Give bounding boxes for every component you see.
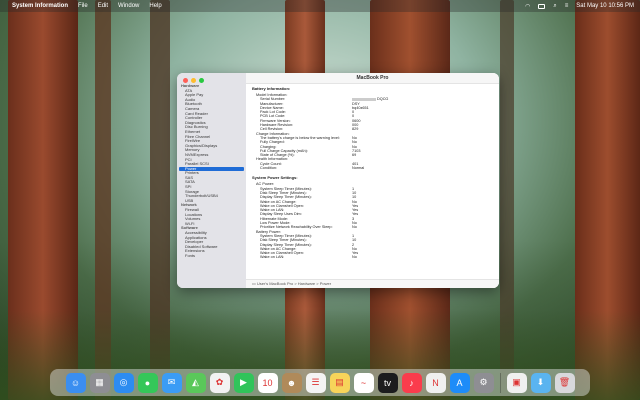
music-icon[interactable]: ♪ [401,372,422,393]
sidebar-list: Hardware ATA Apple Pay Audio Bluetooth Camera… [177,84,246,259]
news-icon[interactable]: N [425,372,446,393]
info-value-text: No [352,255,357,260]
detail-pane: MacBook Pro Battery Information: Model I… [246,73,499,288]
info-value-text: No [352,225,357,230]
reminders-icon[interactable]: ☰ [305,372,326,393]
maps-icon[interactable]: ◭ [185,372,206,393]
search-icon[interactable]: ⌕ [553,3,556,10]
path-text: User's MacBook Pro > Hardware > Power [256,281,332,286]
freeform-icon[interactable]: ~ [353,372,374,393]
app-store-icon[interactable]: A [449,372,470,393]
info-row: Wake on LAN: No [252,255,495,259]
info-value: 69 [352,153,356,157]
sidebar-item[interactable]: Parallel SCSI [177,162,246,167]
menu-edit[interactable]: Edit [98,3,108,9]
system-settings-icon[interactable]: ⚙ [473,372,494,393]
info-key: Condition: [260,166,278,171]
window-title: MacBook Pro [246,73,499,84]
path-bar: ▭ User's MacBook Pro > Hardware > Power [246,279,499,288]
power-settings-heading: System Power Settings: [252,175,298,181]
minimize-button[interactable] [191,78,196,83]
close-button[interactable] [183,78,188,83]
launchpad-icon[interactable]: ▦ [89,372,110,393]
downloads-folder-icon[interactable]: ⬇ [530,372,551,393]
system-information-icon[interactable]: ▣ [506,372,527,393]
menu-window[interactable]: Window [118,3,139,9]
finder-icon[interactable]: ☺ [65,372,86,393]
system-information-window: Hardware ATA Apple Pay Audio Bluetooth Camera… [177,73,499,288]
detail-text: Battery Information: Model Information: S… [252,85,495,260]
menu-bar: System Information File Edit Window Help… [0,0,640,12]
facetime-icon[interactable]: ▶ [233,372,254,393]
menu-help[interactable]: Help [149,3,161,9]
control-center-icon[interactable]: ≡ [565,3,569,9]
mail-icon[interactable]: ✉ [161,372,182,393]
window-controls [183,78,204,83]
info-value-text: 829 [352,127,359,132]
battery-icon[interactable] [538,3,546,9]
messages-icon[interactable]: ● [137,372,158,393]
computer-icon: ▭ [252,281,256,286]
sidebar-item[interactable]: Fonts [177,254,246,259]
calendar-icon[interactable]: 10 [257,372,278,393]
zoom-button[interactable] [199,78,204,83]
wifi-icon[interactable]: ◠ [525,3,530,10]
dock-separator [499,372,501,393]
info-value: No [352,255,357,259]
notes-icon[interactable]: ▤ [329,372,350,393]
trash-icon[interactable]: 🗑 [554,372,575,393]
info-value: No [352,225,357,229]
contacts-icon[interactable]: ☻ [281,372,302,393]
info-key: Wake on LAN: [260,255,285,260]
info-value: 829 [352,127,358,131]
info-value: Normal [352,166,364,170]
info-value: bq40z651 [352,106,369,110]
info-value-text: 69 [352,153,357,158]
menu-file[interactable]: File [78,3,88,9]
safari-icon[interactable]: ◎ [113,372,134,393]
redacted-block [352,97,376,101]
info-value-text: bq40z651 [352,105,369,110]
tv-icon[interactable]: tv [377,372,398,393]
dock: ☺ ▦ ◎ ● ✉ ◭ ✿ ▶ 10 ☻ ☰ ▤ ~ tv ♪ N A ⚙ ▣ ⬇ 🗑 [50,369,590,396]
menu-app-name[interactable]: System Information [12,3,68,9]
photos-icon[interactable]: ✿ [209,372,230,393]
info-value-text: DQCG [377,97,389,102]
sidebar: Hardware ATA Apple Pay Audio Bluetooth Camera… [177,73,246,288]
info-value-text: Normal [352,166,365,171]
clock[interactable]: Sat May 10 10:56 PM [576,3,634,9]
battery-info-heading: Battery Information: [252,86,291,91]
